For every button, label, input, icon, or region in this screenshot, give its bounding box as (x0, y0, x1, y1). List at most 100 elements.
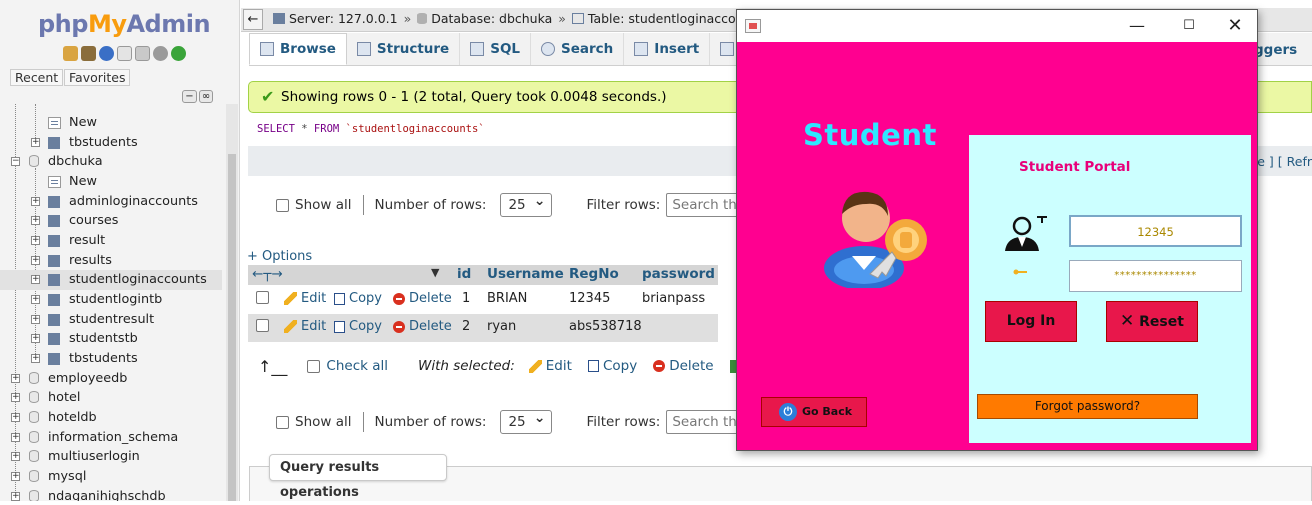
rows-select[interactable]: 25 (500, 190, 553, 217)
expand-icon[interactable]: + (11, 433, 20, 442)
expand-icon[interactable]: + (11, 393, 20, 402)
phpmyadmin-logo[interactable]: phpMyAdmin (38, 10, 211, 38)
tree-item-results[interactable]: + results (0, 251, 226, 271)
expand-icon[interactable]: + (11, 452, 20, 461)
expand-icon[interactable]: + (31, 275, 40, 284)
column-resize-icon[interactable]: ←┬→ (252, 266, 283, 282)
delete-link[interactable]: Delete (393, 319, 452, 334)
expand-icon[interactable]: + (31, 236, 40, 245)
window-titlebar[interactable]: — ☐ ✕ (737, 10, 1257, 42)
collapse-icon[interactable]: − (11, 157, 20, 166)
tree-item-studentstb[interactable]: + studentstb (0, 329, 226, 349)
expand-icon[interactable]: + (31, 216, 40, 225)
recent-button[interactable]: Recent (10, 69, 64, 86)
check-all-label[interactable]: Check all (326, 358, 388, 374)
tree-item-ndaganihighschdb[interactable]: + ndaganihighschdb (0, 487, 226, 501)
sql-links[interactable]: le ] [ Refr (1254, 154, 1312, 169)
expand-icon[interactable]: + (31, 138, 40, 147)
rows-select[interactable]: 25 (500, 407, 553, 434)
reload-icon[interactable] (171, 46, 186, 61)
expand-icon[interactable]: + (31, 197, 40, 206)
help-icon[interactable] (99, 46, 114, 61)
copy-link[interactable]: Copy (334, 319, 382, 334)
edit-link[interactable]: Edit (284, 319, 326, 334)
close-icon[interactable]: ✕ (1225, 16, 1245, 36)
reset-button[interactable]: ✕ Reset (1106, 301, 1198, 342)
regno-input[interactable]: 12345 (1069, 215, 1242, 247)
query-results-operations[interactable]: Query results operations (269, 454, 447, 500)
cell-username[interactable]: BRIAN (487, 291, 527, 306)
tree-item-studentlogintb[interactable]: + studentlogintb (0, 290, 226, 310)
column-header-regno[interactable]: RegNo (569, 266, 619, 282)
cell-id[interactable]: 1 (462, 291, 470, 306)
options-link[interactable]: + Options (247, 249, 312, 264)
tree-item-courses[interactable]: + courses (0, 211, 226, 231)
copy-docs-icon[interactable] (135, 46, 150, 61)
maximize-icon[interactable]: ☐ (1179, 16, 1199, 36)
expand-icon[interactable]: + (31, 315, 40, 324)
table-structure-icon[interactable] (48, 314, 60, 326)
tree-item-adminloginaccounts[interactable]: + adminloginaccounts (0, 192, 226, 212)
expand-icon[interactable]: + (11, 472, 20, 481)
tab-triggers[interactable]: ggers (1254, 42, 1297, 58)
tree-item-information-schema[interactable]: + information_schema (0, 428, 226, 448)
login-button[interactable]: Log In (985, 301, 1077, 342)
forgot-password-button[interactable]: Forgot password? (977, 394, 1198, 419)
tab-insert[interactable]: Insert (624, 33, 711, 65)
cell-username[interactable]: ryan (487, 319, 516, 334)
table-structure-icon[interactable] (48, 353, 60, 365)
show-all-checkbox[interactable] (276, 198, 289, 212)
table-structure-icon[interactable] (48, 137, 60, 149)
expand-icon[interactable]: + (31, 256, 40, 265)
expand-icon[interactable]: + (11, 492, 20, 501)
expand-icon[interactable]: + (31, 334, 40, 343)
tab-browse[interactable]: Browse (249, 33, 347, 65)
back-arrow-icon[interactable]: ← (243, 9, 263, 30)
breadcrumb-server[interactable]: Server: 127.0.0.1 (289, 11, 398, 26)
tree-item-hoteldb[interactable]: + hoteldb (0, 408, 226, 428)
tab-structure[interactable]: Structure (346, 33, 461, 65)
tree-item-studentloginaccounts[interactable]: + studentloginaccounts (0, 270, 222, 290)
docs-icon[interactable] (117, 46, 132, 61)
expand-icon[interactable]: + (11, 413, 20, 422)
sort-dropdown-icon[interactable]: ▼ (431, 266, 439, 279)
tree-item-new[interactable]: New (0, 172, 226, 192)
expand-icon[interactable]: + (31, 354, 40, 363)
expand-icon[interactable]: + (31, 295, 40, 304)
breadcrumb-database[interactable]: Database: dbchuka (431, 11, 552, 26)
link-icon[interactable]: ∞ (199, 90, 213, 103)
tree-item-new[interactable]: New (0, 113, 226, 133)
table-structure-icon[interactable] (48, 274, 60, 286)
bulk-copy-button[interactable]: Copy (587, 358, 637, 374)
table-structure-icon[interactable] (48, 255, 60, 267)
table-structure-icon[interactable] (48, 333, 60, 345)
row-checkbox[interactable] (256, 291, 269, 304)
copy-link[interactable]: Copy (334, 291, 382, 306)
expand-icon[interactable]: + (11, 374, 20, 383)
home-icon[interactable] (63, 46, 78, 61)
tab-sql[interactable]: SQL (460, 33, 532, 65)
bulk-edit-button[interactable]: Edit (528, 358, 572, 374)
table-structure-icon[interactable] (48, 196, 60, 208)
edit-link[interactable]: Edit (284, 291, 326, 306)
cell-password[interactable]: brianpass (642, 291, 705, 306)
favorites-button[interactable]: Favorites (64, 69, 131, 86)
check-all-checkbox[interactable] (307, 359, 321, 373)
table-structure-icon[interactable] (48, 215, 60, 227)
bulk-delete-button[interactable]: Delete (653, 358, 714, 374)
go-back-button[interactable]: ⏻ Go Back (761, 397, 867, 427)
scrollbar-thumb[interactable] (228, 154, 236, 501)
column-header-username[interactable]: Username (487, 266, 564, 282)
tree-item-tbstudents[interactable]: + tbstudents (0, 349, 226, 369)
tree-item-multiuserlogin[interactable]: + multiuserlogin (0, 447, 226, 467)
tree-item-employeedb[interactable]: + employeedb (0, 369, 226, 389)
table-structure-icon[interactable] (48, 235, 60, 247)
column-header-password[interactable]: password (642, 266, 715, 282)
row-checkbox[interactable] (256, 319, 269, 332)
tree-item-mysql[interactable]: + mysql (0, 467, 226, 487)
tree-item-studentresult[interactable]: + studentresult (0, 310, 226, 330)
tree-item-dbchuka[interactable]: − dbchuka (0, 152, 226, 172)
tree-item-tbstudents[interactable]: + tbstudents (0, 133, 226, 153)
cell-regno[interactable]: abs538718 (569, 319, 642, 334)
tree-item-hotel[interactable]: + hotel (0, 388, 226, 408)
